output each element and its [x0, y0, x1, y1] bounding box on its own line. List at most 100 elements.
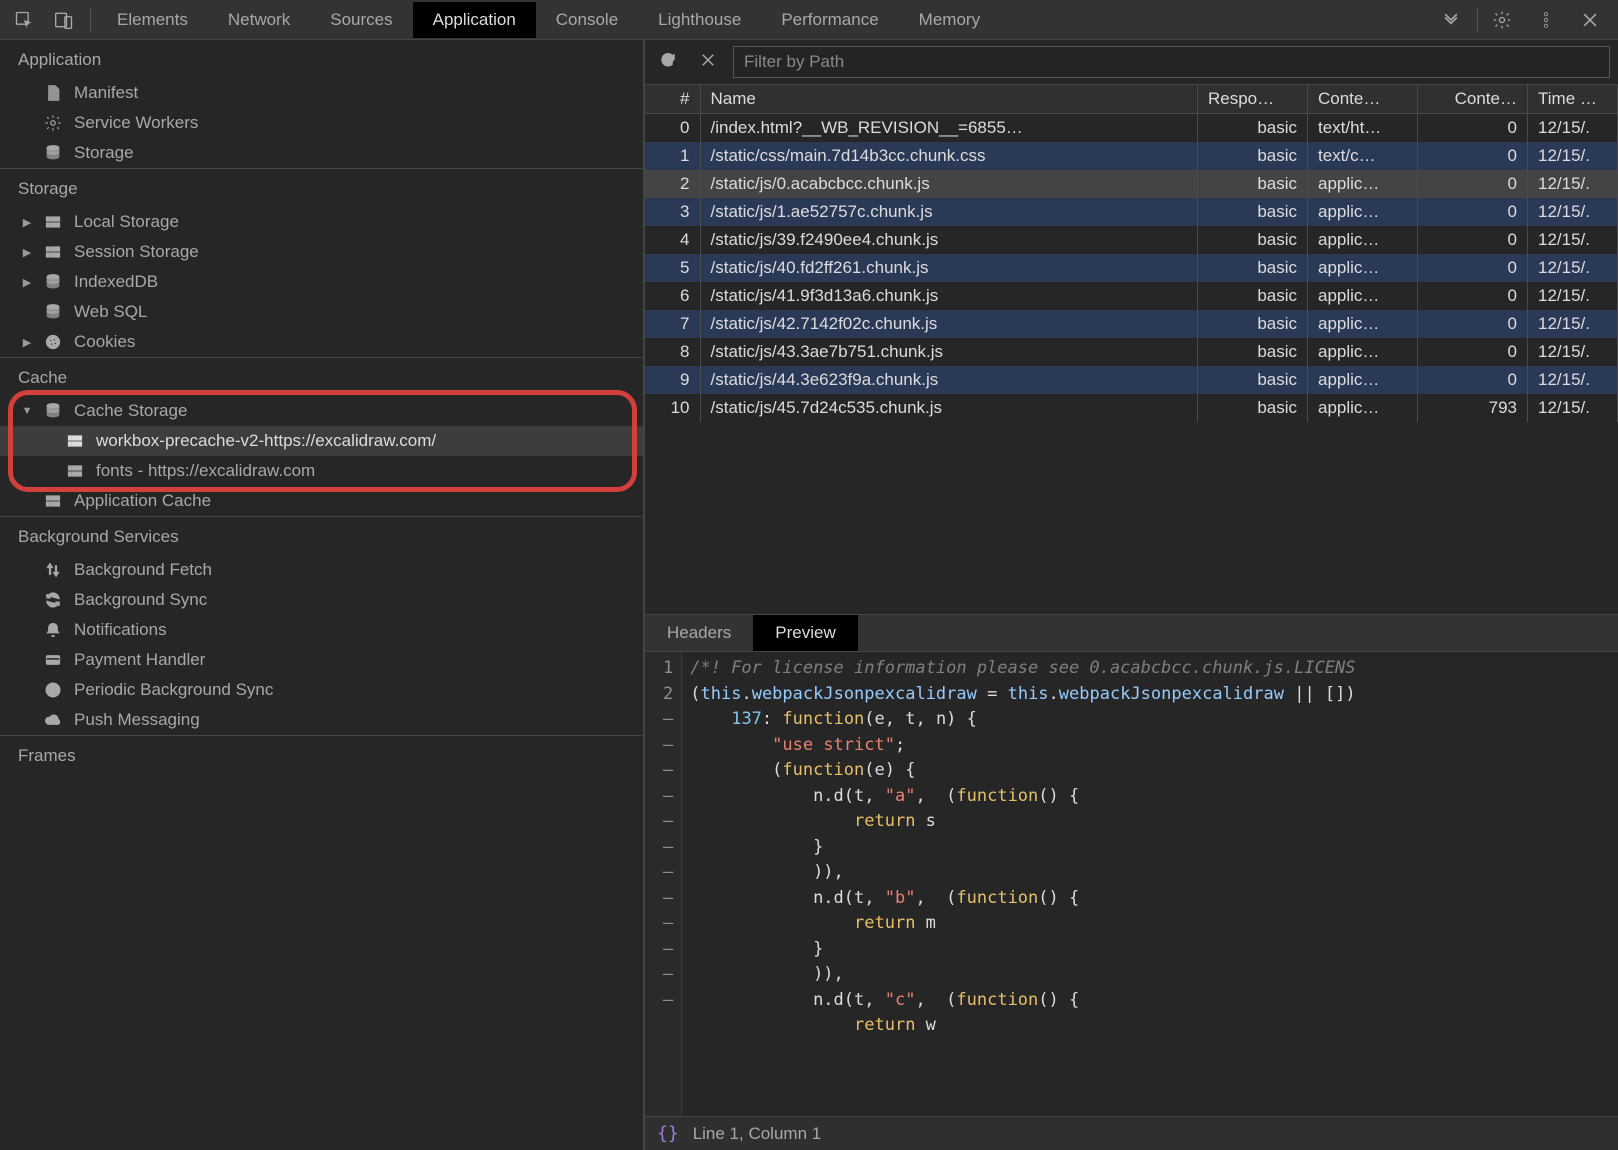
separator: [1477, 8, 1478, 32]
section-cache: Cache: [0, 357, 643, 396]
cache-table[interactable]: #NameRespo…Conte…Conte…Time … 0/index.ht…: [645, 85, 1618, 615]
grid-icon: [42, 492, 64, 510]
devtools-toolbar: ElementsNetworkSourcesApplicationConsole…: [0, 0, 1618, 40]
code-status-bar: {} Line 1, Column 1: [645, 1116, 1618, 1150]
sidebar-item-label: Service Workers: [74, 113, 198, 133]
table-row[interactable]: 9/static/js/44.3e623f9a.chunk.jsbasicapp…: [645, 366, 1618, 394]
cache-filter-bar: [645, 40, 1618, 85]
table-row[interactable]: 1/static/css/main.7d14b3cc.chunk.cssbasi…: [645, 142, 1618, 170]
delete-entry-button[interactable]: [693, 47, 723, 78]
sidebar-item-cache-fonts[interactable]: ▶fonts - https://excalidraw.com: [0, 456, 643, 486]
preview-tab-preview[interactable]: Preview: [753, 615, 857, 651]
grid-icon: [64, 462, 86, 480]
section-background-services: Background Services: [0, 516, 643, 555]
grid-icon: [42, 213, 64, 231]
table-row[interactable]: 3/static/js/1.ae52757c.chunk.jsbasicappl…: [645, 198, 1618, 226]
sidebar-item-label: Local Storage: [74, 212, 179, 232]
table-row[interactable]: 2/static/js/0.acabcbcc.chunk.jsbasicappl…: [645, 170, 1618, 198]
sidebar-item-label: Payment Handler: [74, 650, 205, 670]
table-header[interactable]: Respo…: [1198, 85, 1308, 114]
sidebar-item-manifest[interactable]: ▶Manifest: [0, 78, 643, 108]
cookie-icon: [42, 333, 64, 351]
database-icon: [42, 303, 64, 321]
application-sidebar[interactable]: Application▶Manifest▶Service Workers▶Sto…: [0, 40, 644, 1150]
sidebar-item-label: IndexedDB: [74, 272, 158, 292]
sidebar-item-label: Cookies: [74, 332, 135, 352]
panel-tab-performance[interactable]: Performance: [761, 2, 898, 38]
sidebar-item-session-storage[interactable]: ▶Session Storage: [0, 237, 643, 267]
sidebar-item-label: fonts - https://excalidraw.com: [96, 461, 315, 481]
sidebar-item-label: Periodic Background Sync: [74, 680, 273, 700]
panel-tab-network[interactable]: Network: [208, 2, 310, 38]
table-row[interactable]: 5/static/js/40.fd2ff261.chunk.jsbasicapp…: [645, 254, 1618, 282]
panel-tab-sources[interactable]: Sources: [310, 2, 412, 38]
table-header[interactable]: Name: [700, 85, 1198, 114]
cache-detail-pane: #NameRespo…Conte…Conte…Time … 0/index.ht…: [644, 40, 1618, 1150]
sidebar-item-background-sync[interactable]: ▶Background Sync: [0, 585, 643, 615]
panel-tab-console[interactable]: Console: [536, 2, 638, 38]
kebab-menu-button[interactable]: [1528, 4, 1564, 36]
table-row[interactable]: 6/static/js/41.9f3d13a6.chunk.jsbasicapp…: [645, 282, 1618, 310]
preview-tab-headers[interactable]: Headers: [645, 615, 753, 651]
table-header[interactable]: #: [645, 85, 700, 114]
sidebar-item-label: Background Fetch: [74, 560, 212, 580]
grid-icon: [64, 432, 86, 450]
sidebar-item-cache-workbox-precache-v2-https-excalidraw-com-[interactable]: ▶workbox-precache-v2-https://excalidraw.…: [0, 426, 643, 456]
table-header[interactable]: Conte…: [1308, 85, 1418, 114]
sidebar-item-label: Manifest: [74, 83, 138, 103]
sidebar-item-cache-storage[interactable]: ▼Cache Storage: [0, 396, 643, 426]
table-header[interactable]: Conte…: [1418, 85, 1528, 114]
sidebar-item-cookies[interactable]: ▶Cookies: [0, 327, 643, 357]
settings-button[interactable]: [1484, 4, 1520, 36]
sidebar-item-storage[interactable]: ▶Storage: [0, 138, 643, 168]
cursor-position: Line 1, Column 1: [693, 1124, 822, 1144]
sidebar-item-service-workers[interactable]: ▶Service Workers: [0, 108, 643, 138]
table-row[interactable]: 0/index.html?__WB_REVISION__=6855…basict…: [645, 114, 1618, 143]
preview-pane: HeadersPreview 1 2 – – – – – – – – – – –…: [645, 615, 1618, 1150]
sidebar-item-background-fetch[interactable]: ▶Background Fetch: [0, 555, 643, 585]
more-tabs-button[interactable]: [1431, 4, 1471, 36]
code-gutter: 1 2 – – – – – – – – – – – –: [645, 652, 682, 1116]
database-icon: [42, 144, 64, 162]
file-icon: [42, 84, 64, 102]
refresh-button[interactable]: [653, 47, 683, 78]
table-row[interactable]: 8/static/js/43.3ae7b751.chunk.jsbasicapp…: [645, 338, 1618, 366]
clock-icon: [42, 681, 64, 699]
card-icon: [42, 651, 64, 669]
panel-tab-application[interactable]: Application: [413, 2, 536, 38]
preview-tabs: HeadersPreview: [645, 615, 1618, 652]
section-storage: Storage: [0, 168, 643, 207]
bell-icon: [42, 621, 64, 639]
table-row[interactable]: 7/static/js/42.7142f02c.chunk.jsbasicapp…: [645, 310, 1618, 338]
sidebar-item-periodic-background-sync[interactable]: ▶Periodic Background Sync: [0, 675, 643, 705]
separator: [90, 8, 91, 32]
database-icon: [42, 273, 64, 291]
grid-icon: [42, 243, 64, 261]
panel-tab-lighthouse[interactable]: Lighthouse: [638, 2, 761, 38]
sidebar-item-local-storage[interactable]: ▶Local Storage: [0, 207, 643, 237]
table-row[interactable]: 4/static/js/39.f2490ee4.chunk.jsbasicapp…: [645, 226, 1618, 254]
inspect-element-button[interactable]: [4, 4, 44, 36]
sidebar-item-payment-handler[interactable]: ▶Payment Handler: [0, 645, 643, 675]
database-icon: [42, 402, 64, 420]
code-viewer[interactable]: 1 2 – – – – – – – – – – – – /*! For lice…: [645, 652, 1618, 1116]
sidebar-item-application-cache[interactable]: ▶Application Cache: [0, 486, 643, 516]
code-content: /*! For license information please see 0…: [682, 652, 1618, 1116]
table-header[interactable]: Time …: [1528, 85, 1618, 114]
sidebar-item-push-messaging[interactable]: ▶Push Messaging: [0, 705, 643, 735]
sidebar-item-notifications[interactable]: ▶Notifications: [0, 615, 643, 645]
filter-input[interactable]: [733, 46, 1610, 78]
table-row[interactable]: 10/static/js/45.7d24c535.chunk.jsbasicap…: [645, 394, 1618, 422]
device-toolbar-button[interactable]: [44, 4, 84, 36]
panel-tab-elements[interactable]: Elements: [97, 2, 208, 38]
sidebar-item-label: Application Cache: [74, 491, 211, 511]
sync-icon: [42, 591, 64, 609]
gear-icon: [42, 114, 64, 132]
pretty-print-button[interactable]: {}: [657, 1123, 679, 1144]
section-frames: Frames: [0, 735, 643, 774]
sidebar-item-label: Storage: [74, 143, 134, 163]
sidebar-item-web-sql[interactable]: ▶Web SQL: [0, 297, 643, 327]
close-devtools-button[interactable]: [1572, 4, 1608, 36]
sidebar-item-indexeddb[interactable]: ▶IndexedDB: [0, 267, 643, 297]
panel-tab-memory[interactable]: Memory: [899, 2, 1000, 38]
